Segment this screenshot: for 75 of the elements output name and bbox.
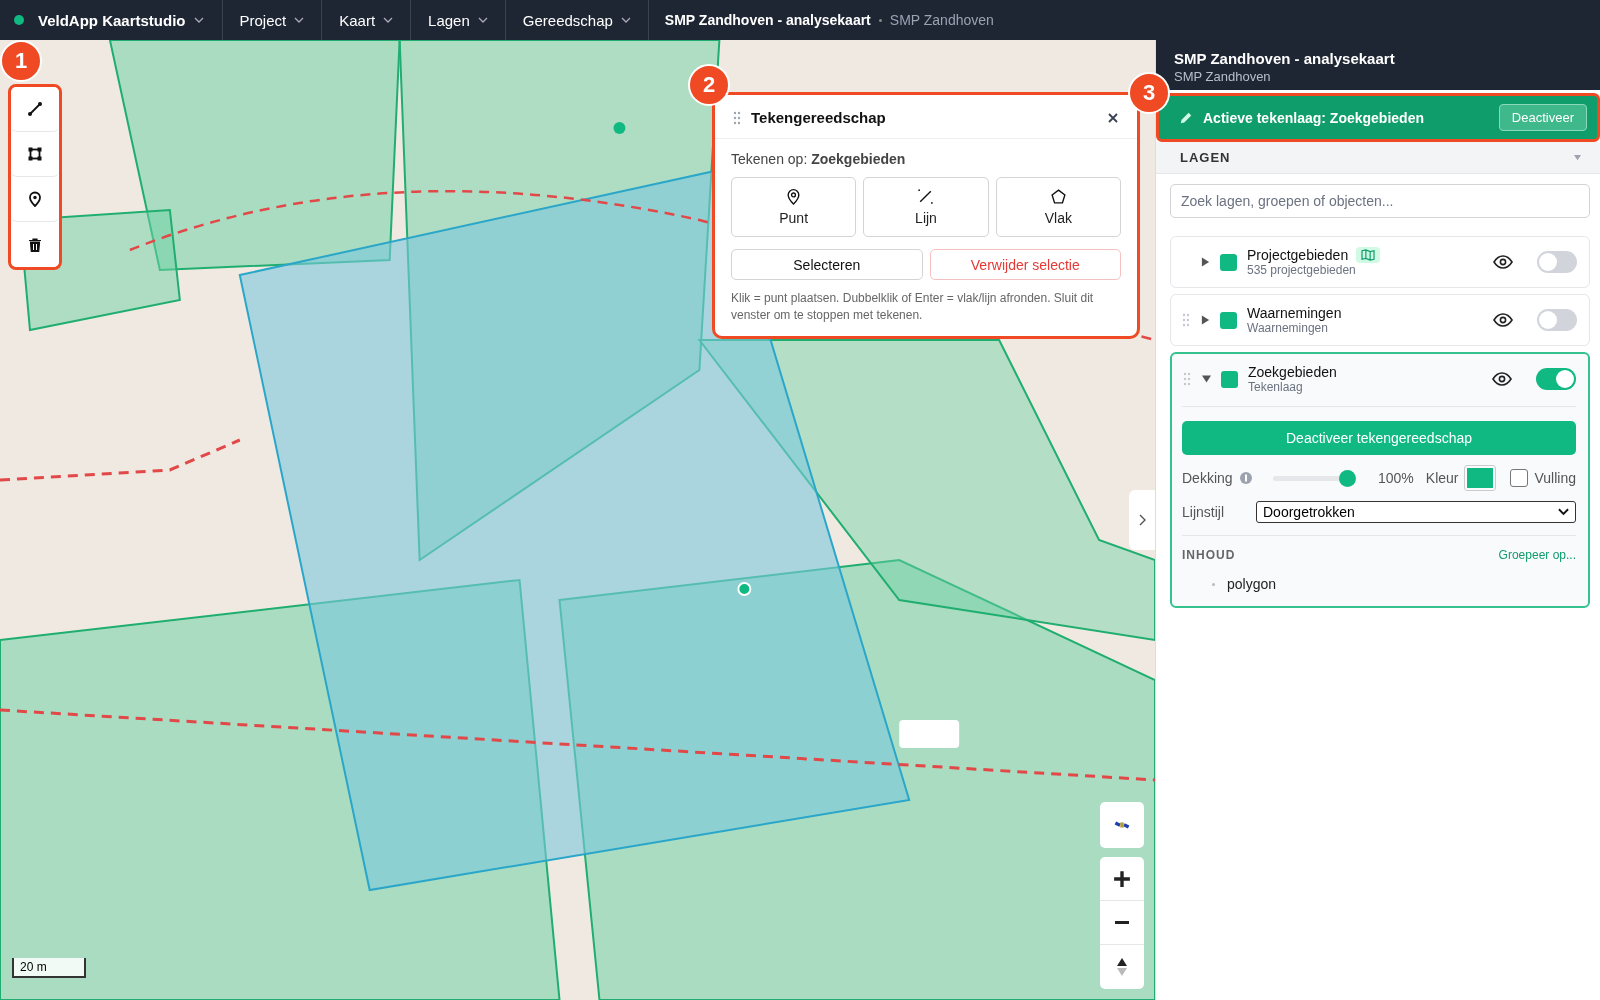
pin-icon [27, 191, 43, 207]
map-title: SMP Zandhoven - analysekaart [664, 12, 871, 28]
trash-icon [27, 236, 43, 253]
square-icon [27, 146, 43, 162]
help-text: Klik = punt plaatsen. Dubbelklik of Enter = vlak/lijn afronden. Sluit dit venster om te stoppen met tekenen. [731, 290, 1095, 324]
target-layer-text: Tekenen op: Zoekgebieden [731, 151, 907, 167]
layer-name: Zoekgebieden [1248, 364, 1337, 380]
opacity-value: 100% [1378, 470, 1414, 486]
caret-icon[interactable] [1573, 154, 1582, 161]
opacity-label: Dekking [1182, 470, 1233, 486]
content-item[interactable]: polygon [1227, 576, 1277, 592]
visibility-toggle[interactable] [1537, 309, 1577, 331]
expand-icon[interactable] [1201, 257, 1210, 267]
drag-handle-icon[interactable] [1183, 372, 1191, 386]
status-dot [14, 15, 24, 25]
info-icon[interactable] [1238, 471, 1253, 485]
eye-icon[interactable] [1493, 313, 1513, 327]
tool-button[interactable] [11, 87, 59, 132]
basemap-button[interactable] [1100, 802, 1144, 848]
chevron-down-icon [1558, 508, 1569, 516]
pentagon-icon [1049, 188, 1067, 205]
compass-icon [1116, 956, 1128, 978]
layer-swatch [1221, 370, 1238, 388]
line-style-select[interactable]: Doorgetrokken [1256, 501, 1576, 523]
caret-icon [383, 17, 394, 23]
map-subtitle: SMP Zandhoven [889, 12, 994, 28]
draw-mode-button[interactable]: Lijn [863, 177, 989, 237]
draw-mode-button[interactable]: Punt [731, 177, 857, 237]
eye-icon[interactable] [1493, 255, 1513, 269]
layer-swatch [1220, 253, 1237, 271]
line-style-label: Lijnstijl [1182, 504, 1225, 520]
layer-name: Waarnemingen [1247, 305, 1342, 321]
layer-swatch [1220, 311, 1237, 329]
select-button[interactable]: Selecteren [731, 249, 923, 280]
layer-name: Projectgebieden [1247, 247, 1349, 263]
close-icon[interactable] [1107, 111, 1119, 124]
visibility-toggle[interactable] [1536, 368, 1576, 390]
chevron-right-icon [1138, 514, 1146, 526]
eye-icon[interactable] [1492, 372, 1512, 386]
map-icon [1361, 249, 1376, 261]
app-menu[interactable]: VeldApp Kaartstudio [32, 11, 210, 29]
expand-icon[interactable] [1201, 315, 1210, 325]
line-icon [27, 101, 43, 117]
delete-selection-button[interactable]: Verwijder selectie [929, 249, 1121, 280]
drag-handle-icon[interactable] [1182, 313, 1190, 327]
map-subtitle: SMP Zandhoven [1174, 69, 1272, 84]
layer-subtitle: Waarnemingen [1247, 321, 1329, 335]
caret-icon [620, 17, 631, 23]
separator-dot [878, 18, 882, 22]
draw-mode-button[interactable]: Vlak [995, 177, 1121, 237]
search-field[interactable]: Zoek lagen, groepen of objecten... [1170, 184, 1590, 218]
caret-icon [477, 17, 488, 23]
fill-label: Vulling [1534, 470, 1576, 486]
panel-title: Tekengereedschap [751, 109, 887, 126]
section-title: INHOUD [1182, 548, 1236, 562]
color-picker[interactable] [1464, 465, 1497, 491]
caret-icon [294, 17, 305, 23]
satellite-icon [1113, 819, 1131, 831]
section-title: LAGEN [1180, 150, 1232, 165]
active-layer-text: Actieve tekenlaag: Zoekgebieden [1203, 109, 1425, 126]
color-label: Kleur [1425, 470, 1459, 486]
map-title: SMP Zandhoven - analysekaart [1174, 50, 1396, 67]
visibility-toggle[interactable] [1537, 251, 1577, 273]
bullet-icon [1212, 582, 1215, 586]
collapse-icon[interactable] [1202, 374, 1211, 384]
drag-handle-icon[interactable] [733, 110, 741, 125]
scale-bar: 20 m [12, 958, 86, 978]
caret-icon [193, 17, 204, 23]
layer-subtitle: Tekenlaag [1248, 380, 1304, 394]
layer-subtitle: 535 projectgebieden [1247, 263, 1357, 277]
line-icon [917, 188, 935, 205]
fill-checkbox[interactable] [1510, 469, 1529, 487]
plus-icon [1113, 869, 1131, 888]
minus-icon [1113, 921, 1131, 924]
pencil-icon [1179, 110, 1193, 125]
